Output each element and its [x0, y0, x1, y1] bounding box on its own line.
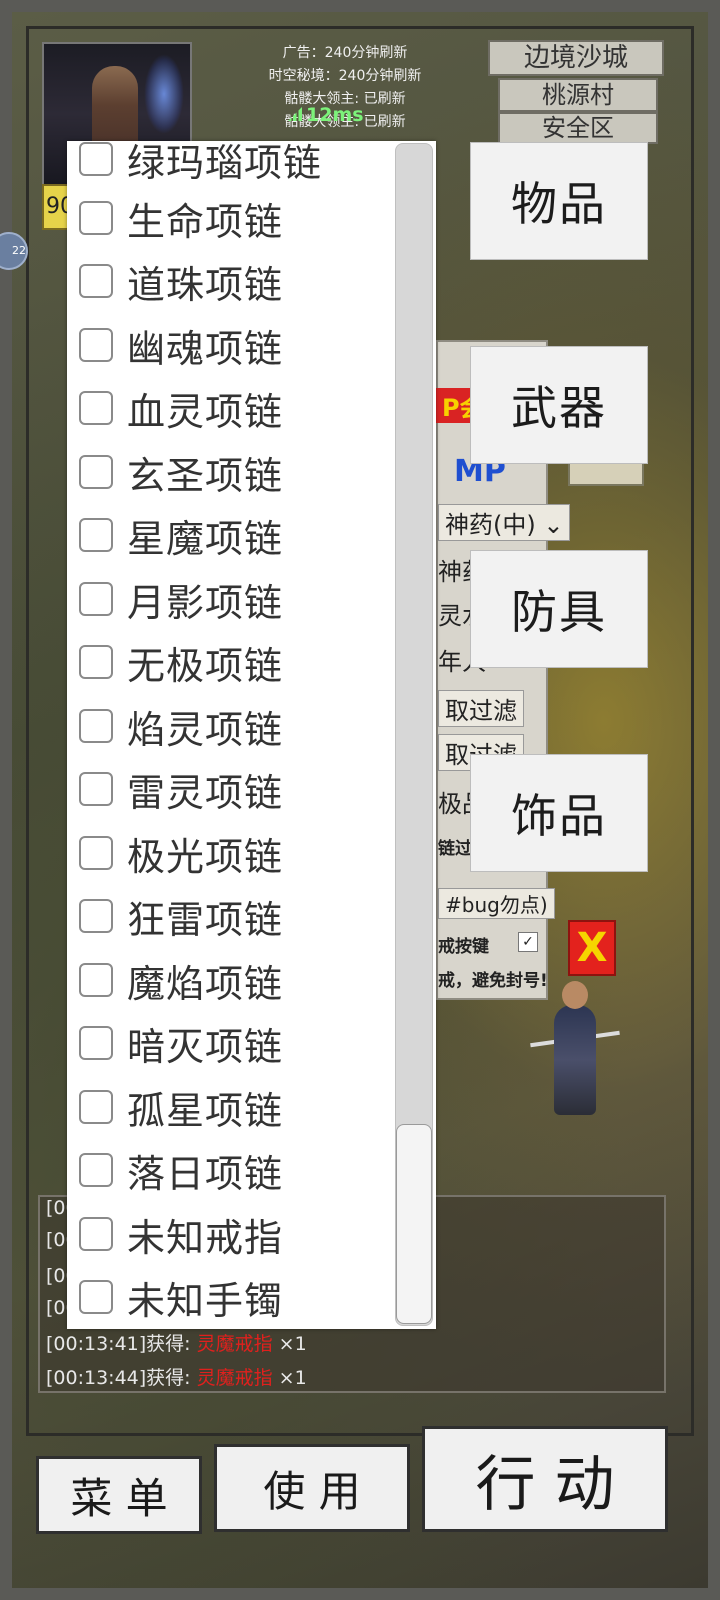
- menu-button[interactable]: 菜 单: [36, 1456, 202, 1534]
- checkbox[interactable]: [79, 1090, 113, 1124]
- list-item-label: 血灵项链: [127, 389, 284, 434]
- list-item-label: 生命项链: [127, 199, 284, 244]
- list-item[interactable]: 无极项链: [79, 634, 283, 690]
- list-item-label: 落日项链: [127, 1151, 284, 1196]
- checkbox[interactable]: [79, 709, 113, 743]
- announcement-line: 广告：240分钟刷新: [282, 45, 408, 61]
- character-body: [554, 1005, 596, 1115]
- list-item-label: 月影项链: [127, 580, 284, 625]
- list-item-label: 道珠项链: [127, 262, 284, 307]
- list-item-label: 极光项链: [127, 834, 284, 879]
- panel-row: 戒按键: [438, 937, 489, 957]
- checkbox[interactable]: [79, 772, 113, 806]
- list-item-label: 无极项链: [127, 643, 284, 688]
- list-item-label: 孤星项链: [127, 1088, 284, 1133]
- list-item-label: 星魔项链: [127, 516, 284, 561]
- action-button[interactable]: 行 动: [422, 1426, 668, 1532]
- list-item[interactable]: 未知手镯: [79, 1269, 283, 1325]
- checkbox[interactable]: [79, 1026, 113, 1060]
- magic-effect: [144, 54, 184, 134]
- potion-select-value: 神药(中): [445, 511, 536, 539]
- list-item-label: 未知手镯: [127, 1278, 284, 1323]
- checkbox[interactable]: [79, 1280, 113, 1314]
- category-items-button[interactable]: 物品: [470, 142, 648, 260]
- character-head: [562, 981, 588, 1009]
- use-button[interactable]: 使 用: [214, 1444, 410, 1532]
- list-item-label: 魔焰项链: [127, 961, 284, 1006]
- list-item[interactable]: 玄圣项链: [79, 444, 283, 500]
- list-item[interactable]: 道珠项链: [79, 253, 283, 309]
- checkbox[interactable]: [79, 963, 113, 997]
- checkbox[interactable]: [79, 582, 113, 616]
- list-item-label: 暗灭项链: [127, 1024, 284, 1069]
- checkbox[interactable]: [79, 899, 113, 933]
- log-time: [00:13:44]获得:: [46, 1367, 197, 1389]
- pickup-filter-button[interactable]: 取过滤: [438, 690, 524, 727]
- log-time: [00:13:41]获得:: [46, 1333, 197, 1355]
- close-button[interactable]: X: [568, 920, 616, 976]
- player-character[interactable]: [530, 975, 620, 1145]
- category-armor-button[interactable]: 防具: [470, 550, 648, 668]
- list-item[interactable]: 绿玛瑙项链: [79, 141, 322, 187]
- bug-button[interactable]: #bug勿点): [438, 888, 555, 919]
- chevron-down-icon: ⌄: [543, 511, 564, 539]
- checkbox[interactable]: [79, 264, 113, 298]
- category-accessories-button[interactable]: 饰品: [470, 754, 648, 872]
- log-line: [00:13:41]获得: 灵魔戒指 ×1: [46, 1329, 307, 1356]
- list-item-label: 未知戒指: [127, 1215, 284, 1260]
- log-item: 灵魔戒指: [196, 1367, 273, 1389]
- checkbox[interactable]: [79, 836, 113, 870]
- potion-select[interactable]: 神药(中) ⌄: [438, 504, 571, 541]
- signal-icon: [288, 107, 302, 121]
- list-item[interactable]: 魔焰项链: [79, 952, 283, 1008]
- list-item-label: 焰灵项链: [127, 707, 284, 752]
- map-name: 边境沙城: [488, 40, 664, 76]
- log-item: 灵魔戒指: [196, 1333, 273, 1355]
- list-item[interactable]: 暗灭项链: [79, 1015, 283, 1071]
- category-weapons-button[interactable]: 武器: [470, 346, 648, 464]
- checkbox[interactable]: [79, 328, 113, 362]
- checkbox[interactable]: [79, 455, 113, 489]
- list-item[interactable]: 焰灵项链: [79, 698, 283, 754]
- list-item[interactable]: 雷灵项链: [79, 761, 283, 817]
- panel-row: 链过: [438, 839, 472, 859]
- zone-status: 安全区: [498, 112, 658, 144]
- list-item-label: 雷灵项链: [127, 770, 284, 815]
- checkbox[interactable]: [79, 1217, 113, 1251]
- list-item[interactable]: 落日项链: [79, 1142, 283, 1198]
- list-item-label: 狂雷项链: [127, 897, 284, 942]
- checkbox[interactable]: [79, 142, 113, 176]
- list-item[interactable]: 星魔项链: [79, 507, 283, 563]
- list-item[interactable]: 血灵项链: [79, 380, 283, 436]
- log-count: ×1: [272, 1333, 307, 1355]
- scrollbar-thumb[interactable]: [396, 1124, 432, 1324]
- area-name: 桃源村: [498, 78, 658, 112]
- checkbox[interactable]: [79, 645, 113, 679]
- item-filter-list[interactable]: 绿玛瑙项链 生命项链 道珠项链 幽魂项链 血灵项链 玄圣项链 星魔项链 月影项链…: [67, 141, 436, 1329]
- checkbox[interactable]: [79, 201, 113, 235]
- checkbox-checked-icon[interactable]: ✓: [518, 932, 538, 952]
- checkbox[interactable]: [79, 391, 113, 425]
- list-item[interactable]: 生命项链: [79, 190, 283, 246]
- checkbox[interactable]: [79, 1153, 113, 1187]
- list-item[interactable]: 狂雷项链: [79, 888, 283, 944]
- ping-indicator: 12ms: [288, 104, 364, 126]
- announcement-line: 时空秘境：240分钟刷新: [268, 68, 422, 84]
- list-item[interactable]: 未知戒指: [79, 1206, 283, 1262]
- list-item-label: 幽魂项链: [127, 326, 284, 371]
- log-line: [00:13:44]获得: 灵魔戒指 ×1: [46, 1363, 307, 1390]
- list-item-label: 玄圣项链: [127, 453, 284, 498]
- ping-text: 12ms: [306, 104, 364, 126]
- list-item-label: 绿玛瑙项链: [127, 141, 323, 185]
- list-item[interactable]: 幽魂项链: [79, 317, 283, 373]
- list-item[interactable]: 月影项链: [79, 571, 283, 627]
- log-count: ×1: [272, 1367, 307, 1389]
- list-item[interactable]: 孤星项链: [79, 1079, 283, 1135]
- checkbox[interactable]: [79, 518, 113, 552]
- list-item[interactable]: 极光项链: [79, 825, 283, 881]
